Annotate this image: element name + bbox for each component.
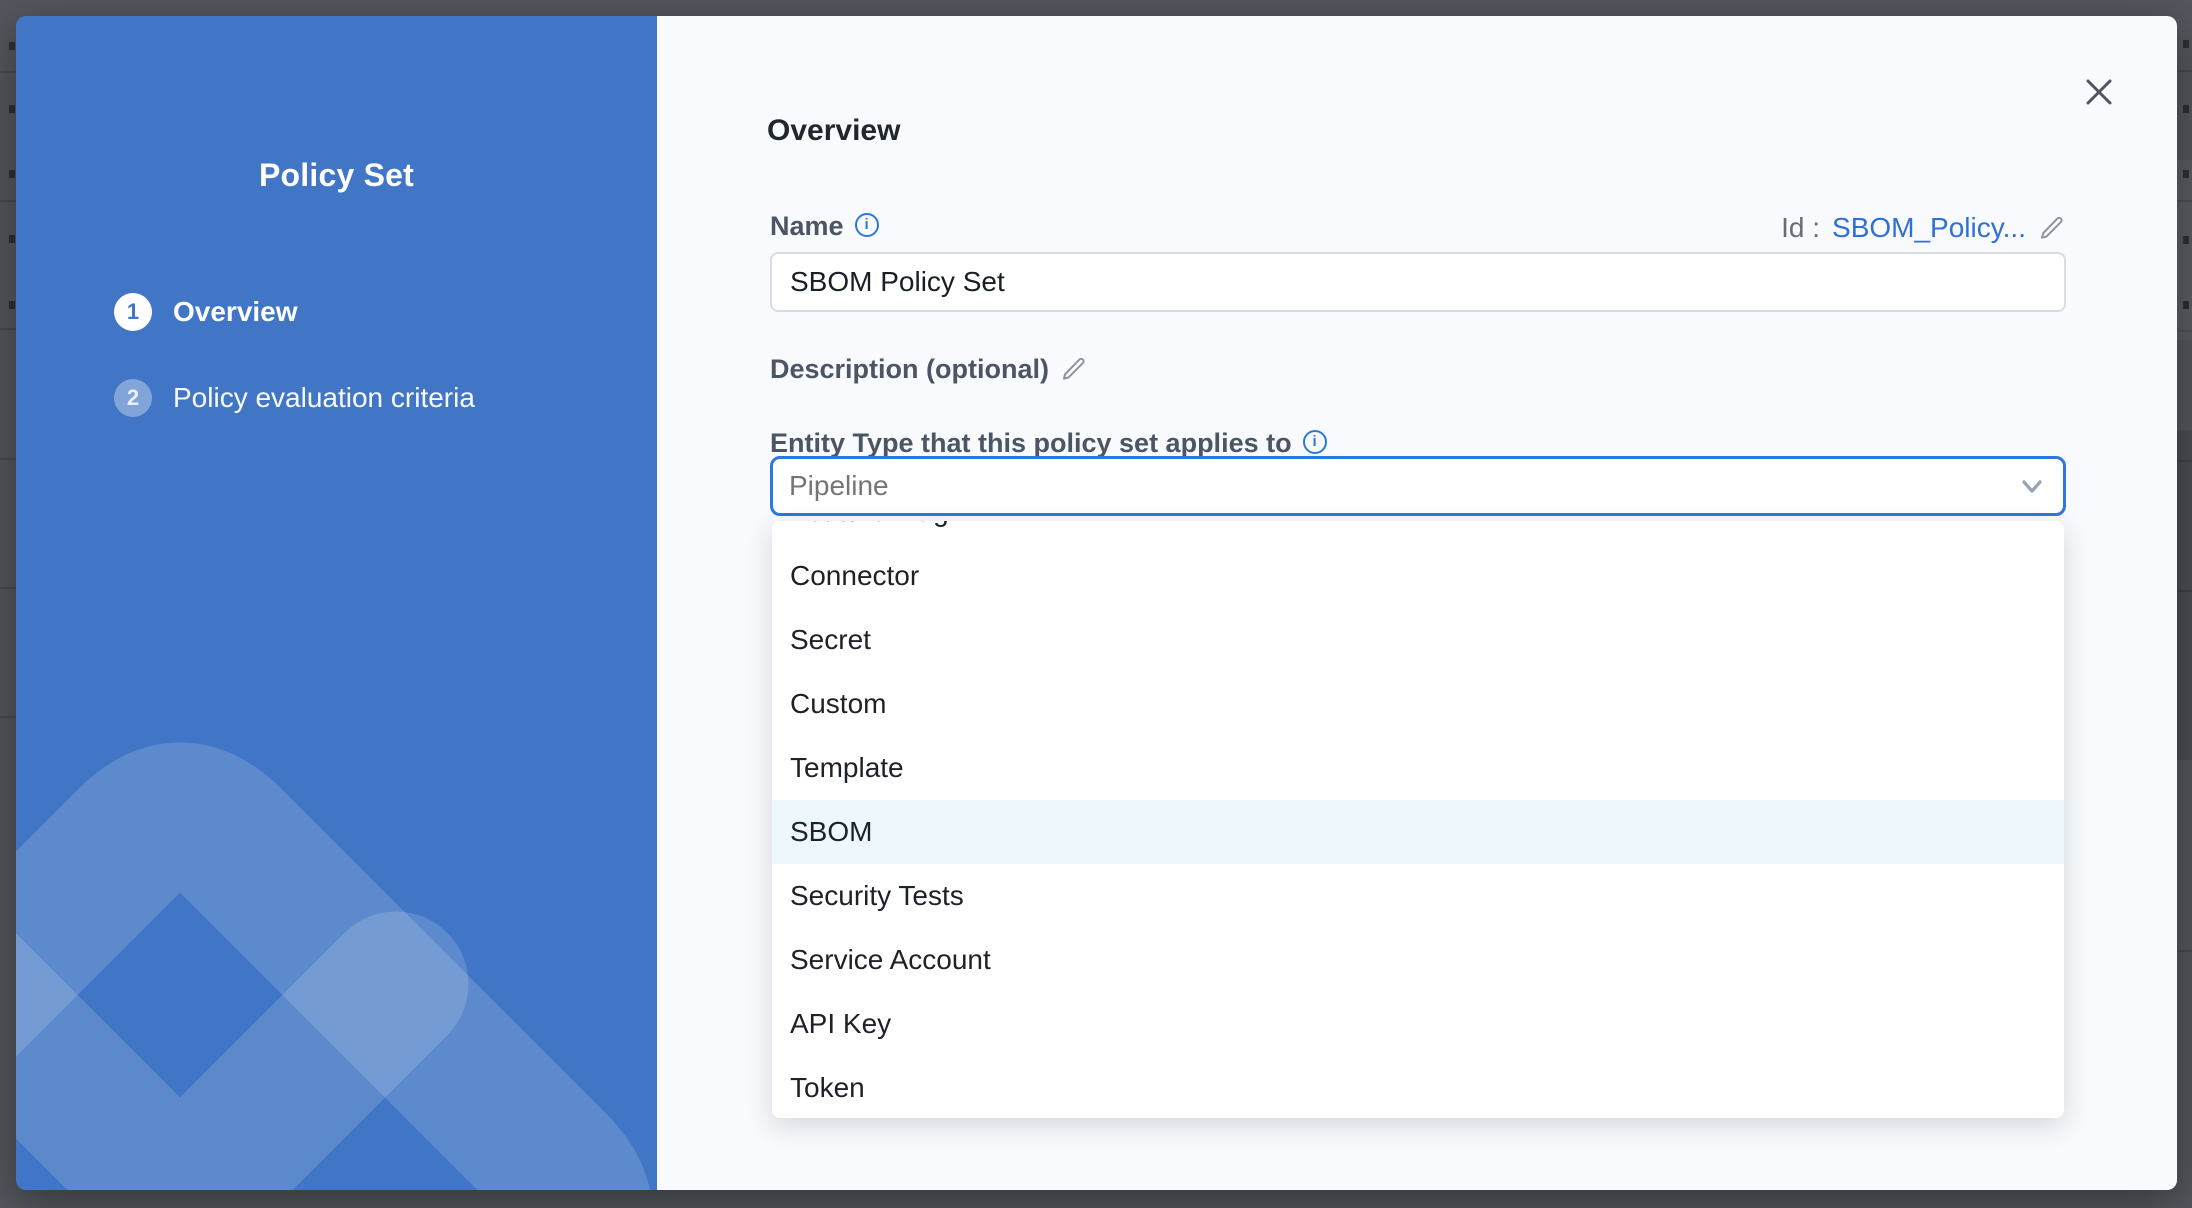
- step-label: Overview: [173, 293, 298, 331]
- entity-type-option-list: Feature Flag Connector Secret Custom Tem…: [772, 521, 2064, 1118]
- entity-type-dropdown: Feature Flag Connector Secret Custom Tem…: [772, 521, 2064, 1118]
- description-label-row: Description (optional): [770, 353, 1088, 385]
- edit-description-pencil-icon[interactable]: [1060, 355, 1088, 383]
- dropdown-option[interactable]: Feature Flag: [772, 521, 2064, 544]
- close-button[interactable]: [2084, 77, 2114, 107]
- backdrop-divider: [2177, 70, 2192, 72]
- step-label: Policy evaluation criteria: [173, 379, 475, 417]
- backdrop-divider: [0, 716, 16, 718]
- name-input[interactable]: [770, 252, 2066, 312]
- wizard-step-policy-evaluation-criteria[interactable]: 2 Policy evaluation criteria: [114, 379, 475, 417]
- dropdown-option[interactable]: Custom: [772, 672, 2064, 736]
- edit-id-pencil-icon[interactable]: [2038, 214, 2066, 242]
- overview-form-panel: Overview Name i Id : SBOM_Policy...: [657, 16, 2177, 1190]
- backdrop-divider: [0, 587, 16, 589]
- backdrop-shade: [2177, 430, 2192, 760]
- dropdown-option[interactable]: Template: [772, 736, 2064, 800]
- info-icon[interactable]: i: [855, 213, 879, 237]
- harness-logo-watermark: [16, 558, 657, 1190]
- dropdown-option-selected[interactable]: SBOM: [772, 800, 2064, 864]
- step-number-badge: 2: [114, 379, 152, 417]
- name-label: Name: [770, 210, 844, 242]
- description-label: Description (optional): [770, 353, 1049, 385]
- backdrop-divider: [0, 71, 16, 73]
- backdrop-divider: [2177, 950, 2192, 952]
- dropdown-option[interactable]: Security Tests: [772, 864, 2064, 928]
- backdrop-shade: [2177, 160, 2192, 340]
- dropdown-option[interactable]: Secret: [772, 608, 2064, 672]
- chevron-down-icon: [2017, 471, 2047, 501]
- dialog-title: Policy Set: [16, 156, 657, 194]
- policy-set-dialog: Policy Set 1 Overview 2 Policy evaluatio…: [16, 16, 2177, 1190]
- wizard-step-overview[interactable]: 1 Overview: [114, 293, 298, 331]
- backdrop-text-fragment: [9, 42, 15, 50]
- wizard-sidebar: Policy Set 1 Overview 2 Policy evaluatio…: [16, 16, 657, 1190]
- name-label-row: Name i: [770, 210, 879, 242]
- step-number-badge: 1: [114, 293, 152, 331]
- page-title: Overview: [767, 112, 900, 150]
- backdrop-divider: [0, 328, 16, 330]
- entity-type-select-input[interactable]: [773, 470, 2017, 502]
- id-prefix-label: Id :: [1781, 212, 1820, 244]
- dropdown-option[interactable]: Connector: [772, 544, 2064, 608]
- backdrop-text-fragment: [2183, 40, 2189, 48]
- entity-type-label: Entity Type that this policy set applies…: [770, 427, 1292, 459]
- backdrop-divider: [0, 200, 16, 202]
- info-icon[interactable]: i: [1303, 430, 1327, 454]
- dropdown-option[interactable]: Token: [772, 1056, 2064, 1118]
- entity-type-label-row: Entity Type that this policy set applies…: [770, 427, 1327, 459]
- backdrop-divider: [0, 458, 16, 460]
- id-value-link[interactable]: SBOM_Policy...: [1832, 212, 2026, 244]
- screen-backdrop: Policy Set 1 Overview 2 Policy evaluatio…: [0, 0, 2192, 1208]
- close-icon: [2088, 81, 2110, 103]
- entity-type-select[interactable]: [770, 456, 2066, 516]
- dropdown-option[interactable]: Service Account: [772, 928, 2064, 992]
- entity-id-row: Id : SBOM_Policy...: [1781, 212, 2066, 244]
- dropdown-option[interactable]: API Key: [772, 992, 2064, 1056]
